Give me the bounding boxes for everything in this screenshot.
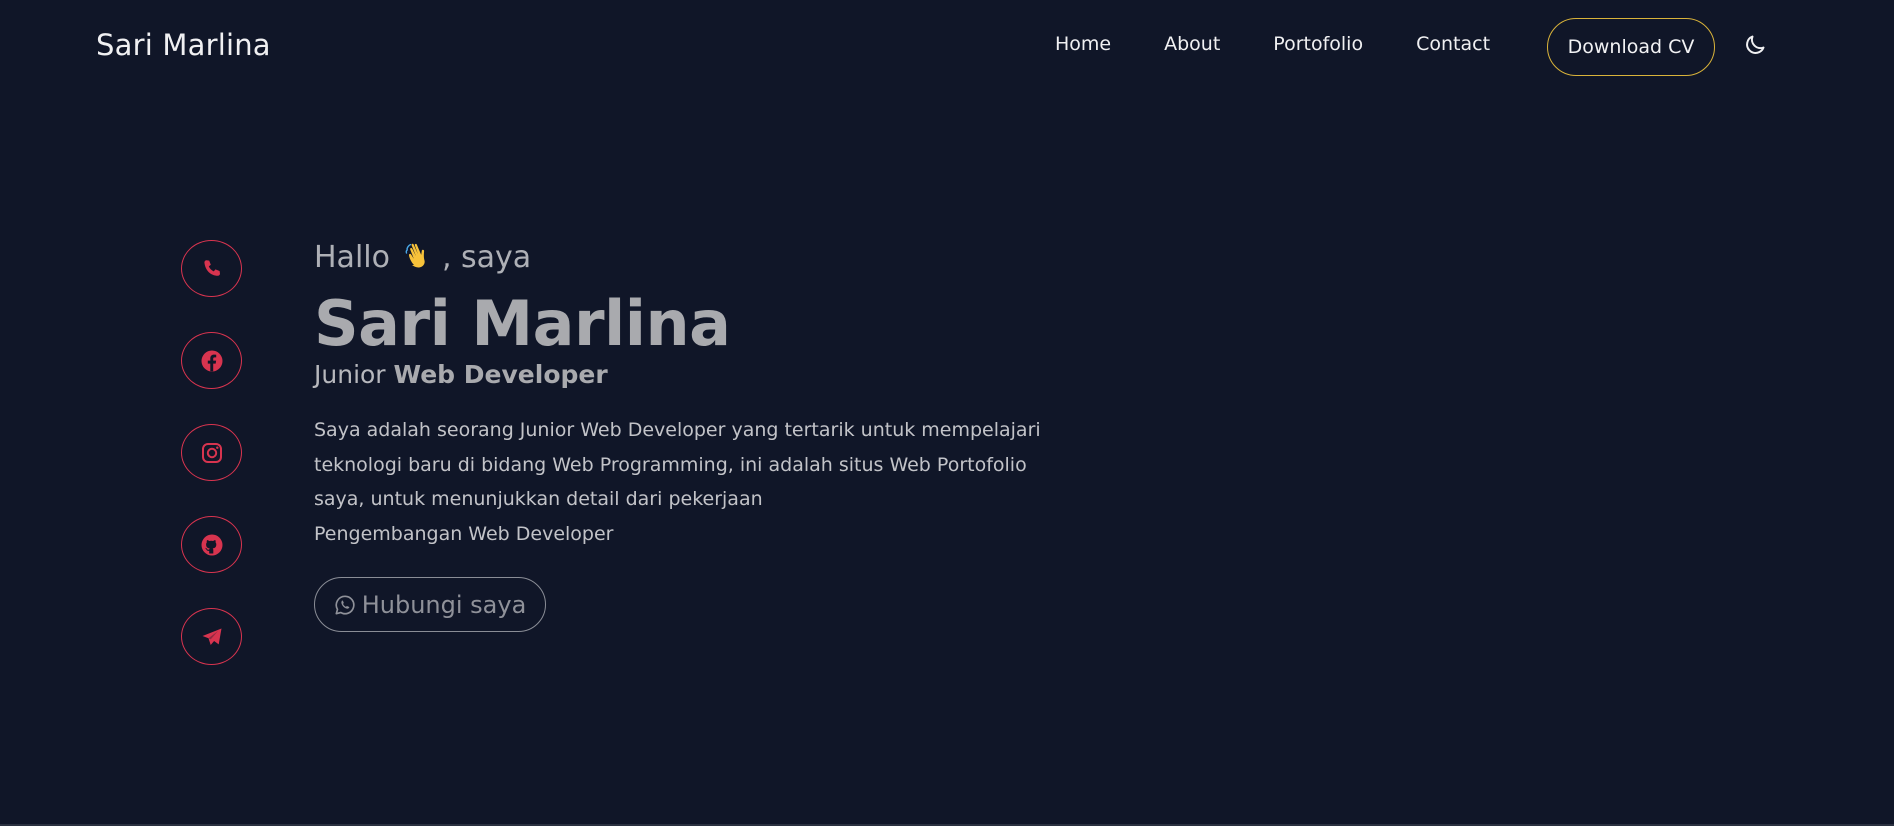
role-title: Web Developer xyxy=(393,360,608,389)
brand-logo[interactable]: Sari Marlina xyxy=(96,28,271,62)
moon-icon xyxy=(1746,35,1765,54)
phone-icon xyxy=(203,259,220,276)
role-prefix: Junior xyxy=(314,360,386,389)
hero-description: Saya adalah seorang Junior Web Developer… xyxy=(314,413,1074,551)
waving-hand-icon xyxy=(404,241,436,273)
facebook-icon xyxy=(201,350,222,371)
description-line: teknologi baru di bidang Web Programming… xyxy=(314,453,1027,476)
description-line: Saya adalah seorang Junior Web Developer… xyxy=(314,419,1041,441)
whatsapp-icon xyxy=(335,594,355,615)
instagram-link[interactable] xyxy=(181,424,242,481)
navbar: Sari Marlina Home About Portofolio Conta… xyxy=(0,0,1894,92)
instagram-icon xyxy=(201,442,222,463)
greeting-suffix: , saya xyxy=(441,239,532,275)
telegram-link[interactable] xyxy=(181,608,242,665)
nav-item-home[interactable]: Home xyxy=(1055,32,1111,56)
page: Sari Marlina Home About Portofolio Conta… xyxy=(0,0,1894,826)
nav-menu: Home About Portofolio Contact xyxy=(1055,32,1490,56)
nav-item-about[interactable]: About xyxy=(1164,32,1220,56)
contact-me-button[interactable]: Hubungi saya xyxy=(314,577,546,632)
description-line: Pengembangan Web Developer xyxy=(314,522,614,545)
description-line: saya, untuk menunjukkan detail dari peke… xyxy=(314,488,763,510)
hero-role: Junior Web Developer xyxy=(314,360,1114,389)
download-cv-button[interactable]: Download CV xyxy=(1547,18,1715,76)
theme-toggle-button[interactable] xyxy=(1742,32,1768,58)
social-links xyxy=(181,240,242,665)
github-link[interactable] xyxy=(181,516,242,573)
facebook-link[interactable] xyxy=(181,332,242,389)
telegram-icon xyxy=(202,628,221,645)
greeting: Hallo , saya xyxy=(314,238,1114,276)
nav-item-portofolio[interactable]: Portofolio xyxy=(1273,32,1363,56)
hero-name: Sari Marlina xyxy=(314,287,731,360)
github-icon xyxy=(201,534,222,555)
nav-item-contact[interactable]: Contact xyxy=(1416,32,1490,56)
hero-section: Hallo , saya Sari Marlina Junior Web Dev… xyxy=(314,238,1114,632)
greeting-text: Hallo xyxy=(314,239,390,275)
phone-link[interactable] xyxy=(181,240,242,297)
contact-me-label: Hubungi saya xyxy=(361,590,527,619)
